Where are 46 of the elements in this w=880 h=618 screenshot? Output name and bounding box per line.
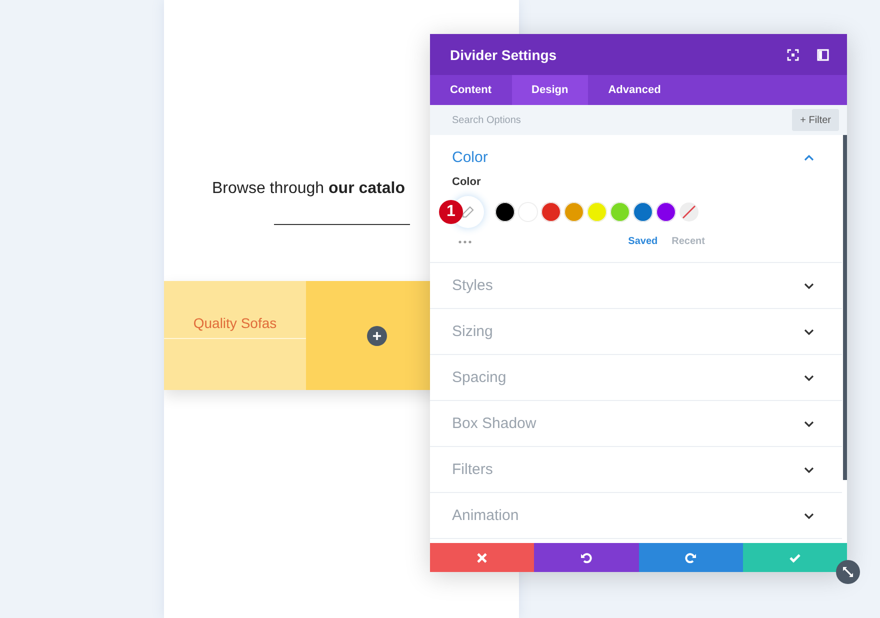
filter-button[interactable]: + Filter <box>792 109 839 131</box>
chevron-down-icon[interactable] <box>804 420 814 426</box>
tab[interactable]: Advanced <box>588 75 681 105</box>
chevron-down-icon[interactable] <box>804 328 814 334</box>
panel-title: Divider Settings <box>450 46 557 62</box>
search-field[interactable]: Search Options <box>452 114 602 126</box>
section-title[interactable]: Spacing <box>452 369 506 386</box>
scrollbar[interactable] <box>843 135 847 480</box>
section-title[interactable]: Animation <box>452 507 519 524</box>
no-color-swatch-icon[interactable] <box>679 202 699 222</box>
section-title[interactable]: Box Shadow <box>452 415 536 432</box>
chevron-down-icon[interactable] <box>804 374 814 380</box>
resize-arrows-icon <box>842 566 854 578</box>
redo-icon <box>684 552 697 564</box>
tab[interactable]: Design <box>512 75 588 105</box>
fullscreen-icon[interactable] <box>787 48 799 60</box>
save-button[interactable] <box>742 543 847 572</box>
resize-handle[interactable] <box>836 560 860 584</box>
tab[interactable]: Content <box>430 75 512 105</box>
palette-tab[interactable]: Recent <box>672 236 705 247</box>
palette-tab[interactable]: Saved <box>628 236 658 247</box>
section-title[interactable]: Filters <box>452 461 493 478</box>
chevron-down-icon[interactable] <box>804 466 814 472</box>
checkmark-icon <box>788 552 801 564</box>
chevron-down-icon[interactable] <box>804 282 814 288</box>
color-swatch[interactable] <box>633 202 653 222</box>
add-icon[interactable] <box>367 326 387 346</box>
color-swatch[interactable] <box>587 202 607 222</box>
color-swatch[interactable] <box>564 202 584 222</box>
undo-icon <box>580 552 592 564</box>
color-swatch[interactable] <box>541 202 561 222</box>
chevron-down-icon[interactable] <box>804 512 814 518</box>
step-badge: 1 <box>439 200 463 224</box>
section-title[interactable]: Sizing <box>452 323 493 340</box>
chevron-up-icon[interactable] <box>804 154 814 160</box>
sidebar-icon[interactable] <box>817 48 829 60</box>
more-icon[interactable] <box>458 240 472 244</box>
field-label: Color <box>452 176 482 188</box>
color-swatch[interactable] <box>656 202 676 222</box>
color-swatch[interactable] <box>610 202 630 222</box>
heading-text: Browse through our catalo <box>212 180 405 198</box>
close-icon <box>476 552 488 564</box>
section-title[interactable]: Color <box>452 149 488 166</box>
color-swatch[interactable] <box>495 202 515 222</box>
section-title[interactable]: Styles <box>452 277 493 294</box>
row-label: Quality Sofas <box>192 315 278 333</box>
